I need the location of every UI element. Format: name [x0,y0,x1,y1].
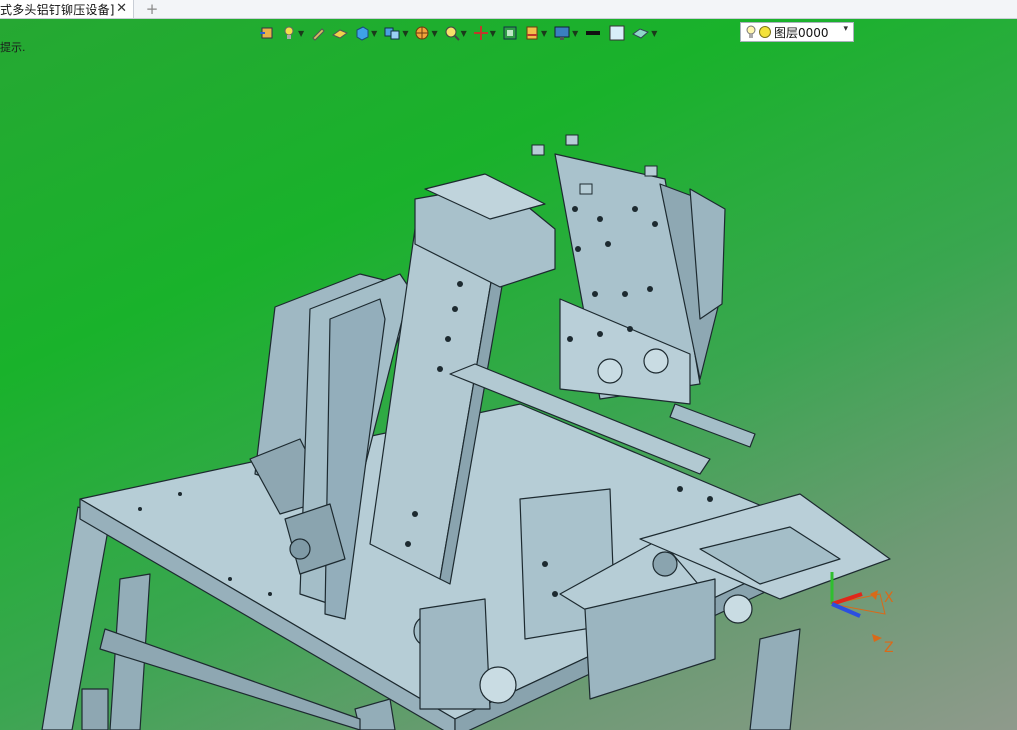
light-button[interactable]: ▼ [279,22,306,44]
display-icon [526,26,538,40]
chevron-down-icon: ▼ [402,28,409,38]
chevron-down-icon: ▼ [298,28,305,38]
arm-extension [669,403,756,448]
fill-color-icon [609,25,625,41]
pen-icon [312,28,325,41]
document-tab[interactable]: 式多头铝钉铆压设备] ✕ [0,0,134,18]
pan-button[interactable]: ▼ [471,22,498,44]
display-button[interactable]: ▼ [522,22,549,44]
3d-viewport[interactable]: 提示. ▼ ▼ ▼ ▼ ▼ ▼ ▼ ▼ ▼ 图层0000 ▾ X Z [0,19,1017,730]
layer-color-icon [759,26,771,38]
light-bulb-icon [746,25,756,38]
plane-icon [332,29,349,39]
pulley-bracket [419,598,491,710]
add-tab-button[interactable]: + [144,0,160,18]
press-hole-2 [643,348,669,374]
z-arrow-icon [872,634,882,642]
z-axis [831,602,861,618]
zoom-icon [445,26,460,41]
chevron-down-icon: ▼ [489,28,496,38]
x-arrow-icon [870,590,878,600]
views-icon [384,27,400,40]
layer-select[interactable]: 图层0000 ▾ [740,22,854,42]
chevron-down-icon: ▾ [843,24,848,34]
axis-triad: X Z [830,572,894,656]
chevron-down-icon: ▼ [572,28,579,38]
close-icon[interactable]: ✕ [116,0,127,18]
table-leg-front [354,698,396,730]
material-icon [632,28,650,39]
frame-icon [503,26,517,40]
table-leg-right [749,628,801,730]
cylinder-cap [289,538,311,560]
plane-button[interactable] [330,22,350,44]
shading-button[interactable]: ▼ [352,22,379,44]
knob [652,551,678,577]
monitor-icon [554,26,570,40]
layer-label: 图层0000 [774,25,829,40]
zoom-button[interactable]: ▼ [442,22,469,44]
document-tab-title: 式多头铝钉铆压设备] [0,2,115,17]
monitor-button[interactable]: ▼ [551,22,580,44]
chevron-down-icon: ▼ [651,28,658,38]
fit-view-button[interactable] [257,22,277,44]
tab-bar: 式多头铝钉铆压设备] ✕ + [0,0,1017,19]
chevron-down-icon: ▼ [371,28,378,38]
x-axis-label: X [884,590,894,606]
chevron-down-icon: ▼ [540,28,548,38]
material-button[interactable]: ▼ [630,22,659,44]
line-color-icon [586,31,601,35]
leg-foot [81,688,109,730]
press-hole-1 [597,358,623,384]
pen-button[interactable] [308,22,328,44]
chevron-down-icon: ▼ [460,28,467,38]
section-button[interactable]: ▼ [412,22,439,44]
light-bulb-icon [284,26,294,39]
line-color-button[interactable] [582,22,604,44]
table-hole [479,666,517,704]
pan-icon [473,26,488,40]
fit-view-icon [260,27,273,39]
section-icon [415,26,429,40]
chevron-down-icon: ▼ [431,28,438,38]
cube-icon [356,26,369,41]
view-orient-button[interactable]: ▼ [381,22,410,44]
frame-button[interactable] [500,22,520,44]
z-axis-label: Z [884,640,894,656]
fill-color-button[interactable] [606,22,628,44]
view-toolbar: ▼ ▼ ▼ ▼ ▼ ▼ ▼ ▼ ▼ [257,21,659,45]
table-hole-right [723,594,753,624]
